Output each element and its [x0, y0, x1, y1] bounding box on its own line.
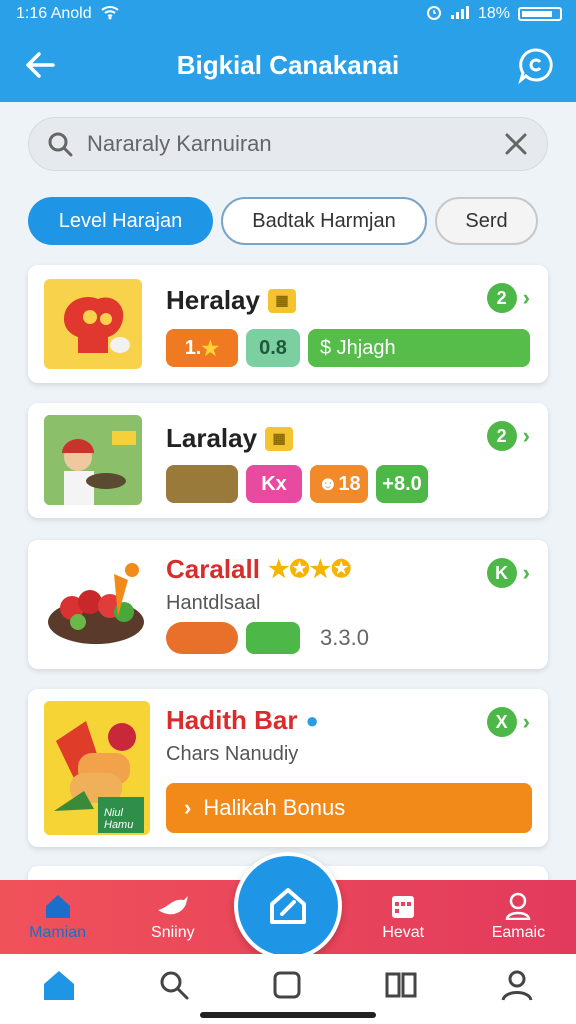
candy-pill — [166, 622, 238, 654]
price-pill[interactable]: $ Jhjagh — [308, 329, 530, 367]
item-thumbnail — [44, 550, 154, 652]
count-pill: ☻ 18 — [310, 465, 368, 503]
chip-serd[interactable]: Serd — [435, 197, 538, 245]
filter-chips: Level Harajan Badtak Harmjan Serd — [28, 197, 558, 245]
item-subtitle: Chars Nanudiy — [166, 743, 299, 765]
person-icon — [506, 892, 531, 920]
tab-label: Eamaic — [491, 924, 546, 941]
chevron-right-icon[interactable]: › — [523, 560, 530, 586]
rank-badge: 2 — [486, 421, 517, 451]
value-text: 3.3.0 — [320, 625, 369, 650]
item-title: Heralay — [166, 285, 260, 315]
food-thumb-pill — [166, 465, 238, 503]
rank-badge: 2 — [486, 283, 517, 313]
star-rating-icon: ★✪★✪ — [267, 556, 352, 583]
search-icon[interactable] — [158, 969, 190, 1001]
chevron-right-icon[interactable]: › — [523, 285, 530, 311]
event-pill: Kx — [246, 465, 302, 503]
tab-label: Mamian — [29, 924, 87, 941]
bird-icon — [157, 896, 188, 915]
face-icon: ☻ — [317, 472, 339, 495]
tab-label: Hevat — [382, 924, 425, 941]
home-icon[interactable] — [41, 968, 77, 1002]
item-thumbnail — [44, 415, 142, 505]
status-time: 1:16 Anold — [16, 5, 92, 22]
search-bar[interactable]: Nararaly Karnuiran — [28, 117, 548, 171]
item-title: Hadith Bar — [166, 705, 298, 735]
square-icon[interactable] — [272, 970, 302, 1000]
app-header: Bigkial Canakanai — [0, 28, 576, 102]
signal-icon — [450, 4, 470, 25]
chip-level[interactable]: Level Harajan — [28, 197, 213, 245]
calendar-icon — [392, 896, 415, 918]
home-indicator — [200, 1012, 376, 1018]
clear-icon[interactable] — [503, 131, 529, 157]
chevron-right-icon[interactable]: › — [523, 709, 530, 735]
back-arrow-icon — [26, 52, 55, 78]
chat-icon — [518, 48, 553, 84]
rank-badge: X — [486, 707, 517, 737]
item-title: Caralall — [166, 554, 260, 584]
bonus-button-label: Halikah Bonus — [203, 795, 346, 820]
item-title: Laralay — [166, 423, 258, 453]
green-pill — [246, 622, 300, 654]
bonus-button[interactable]: › Halikah Bonus — [166, 783, 532, 833]
chat-bubble-icon: ● — [305, 707, 319, 733]
item-subtitle: Hantdlsaal — [166, 592, 261, 614]
edit-house-icon — [270, 888, 306, 924]
rating-pill: 1. ★ — [166, 329, 238, 367]
battery-icon — [518, 7, 562, 21]
chevron-right-icon[interactable]: › — [523, 423, 530, 449]
thumb-label: Niul Hamu — [104, 807, 134, 831]
wifi-icon — [100, 4, 120, 25]
back-button[interactable] — [20, 45, 60, 85]
alarm-icon — [426, 4, 442, 25]
tab-label: Sniiny — [151, 924, 195, 941]
list-item[interactable]: Laralay ▦ 2 › Kx ☻ 18 +8.0 — [28, 403, 548, 518]
bonus-pill: +8.0 — [376, 465, 428, 503]
profile-icon[interactable] — [499, 968, 535, 1002]
page-title: Bigkial Canakanai — [176, 49, 400, 80]
tag-icon: ▦ — [267, 288, 296, 313]
tab-hevat[interactable]: Hevat — [346, 880, 461, 954]
tab-home[interactable]: Mamian — [0, 880, 115, 954]
book-icon[interactable] — [384, 970, 418, 1000]
rank-badge: K — [486, 558, 517, 588]
tag-icon: ▦ — [265, 426, 294, 451]
list-item[interactable]: Caralall ★✪★✪ Hantdlsaal K › 3.3.0 — [28, 540, 548, 669]
battery-percent: 18% — [477, 5, 510, 22]
list-item[interactable]: Heralay ▦ 2 › 1. ★ 0.8 $ Jhjagh — [28, 265, 548, 383]
list-item[interactable]: Niul Hamu Hadith Bar ● Chars Nanudiy X ›… — [28, 689, 548, 847]
tab-eamaic[interactable]: Eamaic — [461, 880, 576, 954]
create-button[interactable] — [234, 852, 342, 960]
item-thumbnail: Niul Hamu — [44, 701, 150, 835]
tab-sniiny[interactable]: Sniiny — [115, 880, 230, 954]
chip-badtak[interactable]: Badtak Harmjan — [221, 197, 427, 245]
home-icon — [45, 895, 70, 918]
arrow-right-icon: › — [184, 795, 192, 820]
status-bar: 1:16 Anold 18% — [0, 0, 576, 28]
search-icon — [48, 132, 73, 157]
search-input[interactable]: Nararaly Karnuiran — [87, 131, 489, 157]
star-icon: ★ — [201, 337, 220, 360]
item-thumbnail — [44, 279, 142, 369]
score-pill: 0.8 — [246, 329, 300, 367]
chat-button[interactable] — [516, 45, 556, 85]
